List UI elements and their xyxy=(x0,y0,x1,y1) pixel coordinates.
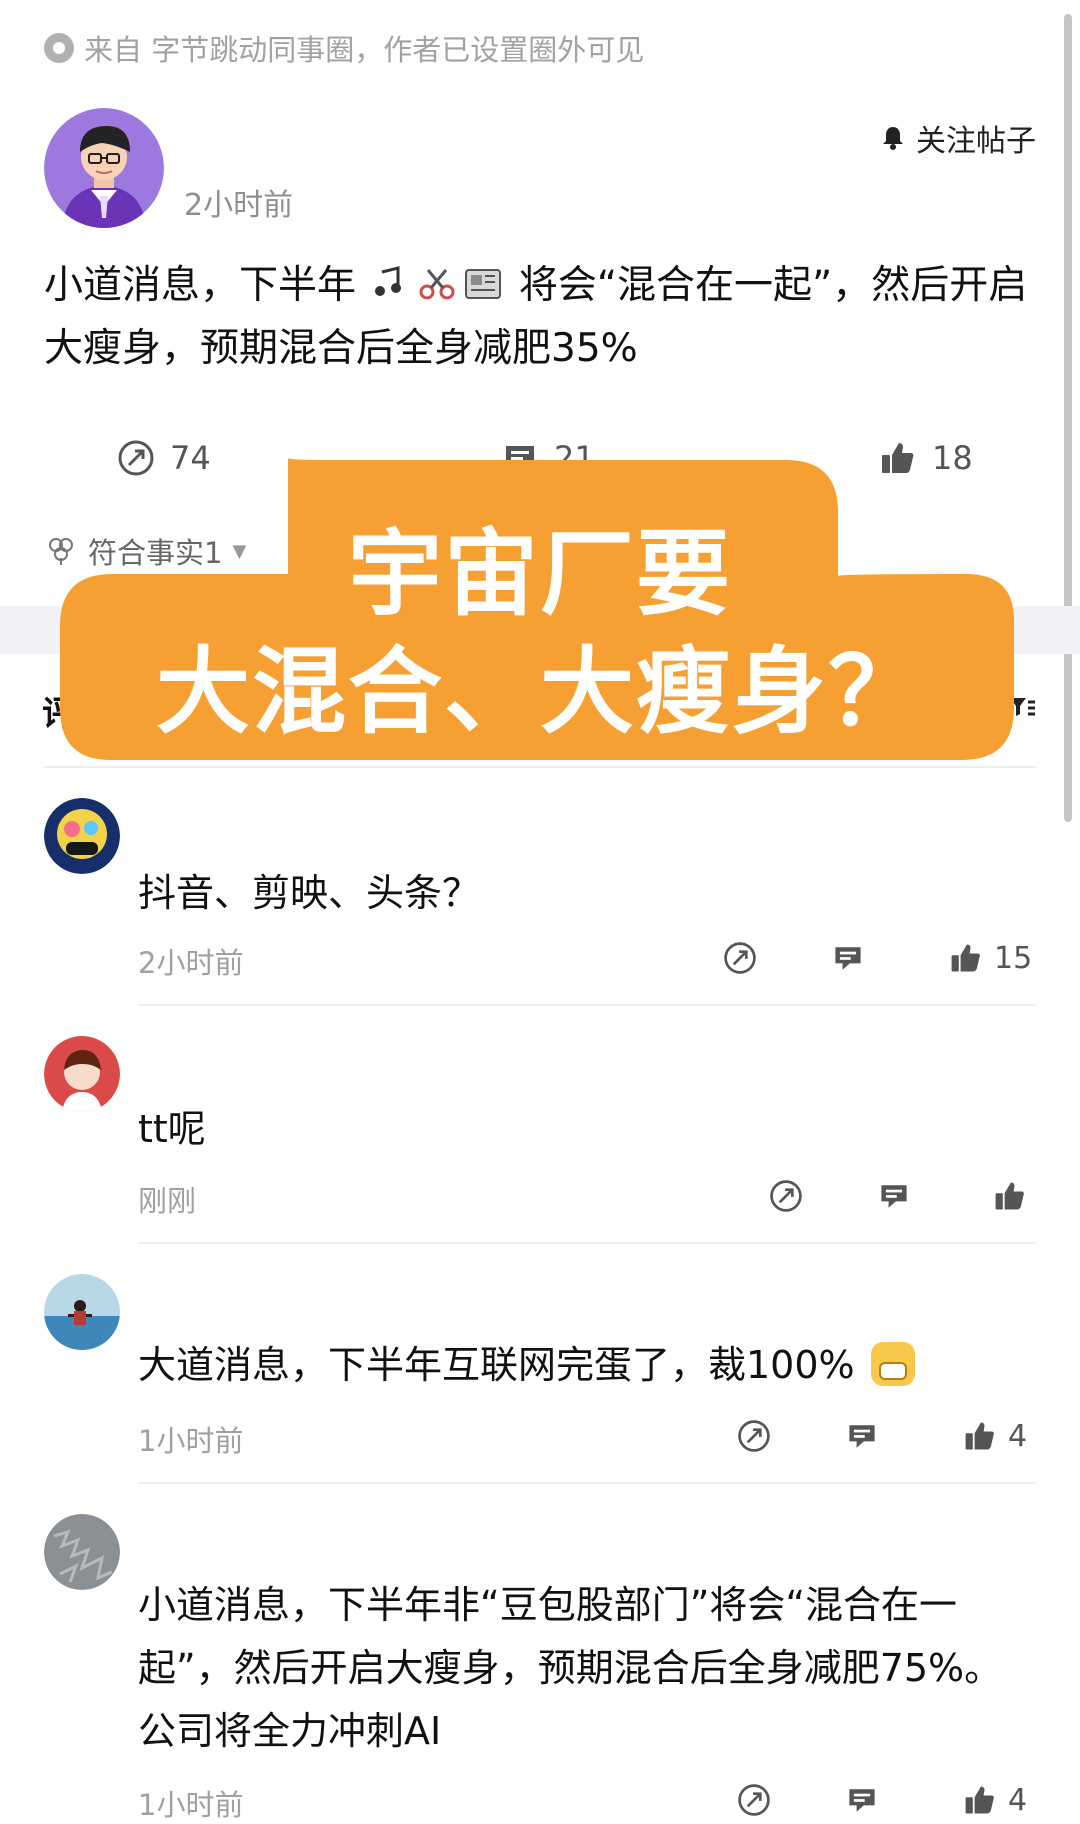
comment-text: 抖音、剪映、头条？ xyxy=(138,871,481,915)
comment-text: tt呢 xyxy=(138,1107,206,1151)
comment-icon xyxy=(835,947,861,970)
comment-avatar[interactable] xyxy=(44,1514,120,1590)
source-line: 来自 字节跳动同事圈，作者已设置圈外可见 xyxy=(44,28,644,68)
comment-avatar[interactable] xyxy=(44,1274,120,1350)
headline-line-2: 大混合、大瘦身？ xyxy=(155,638,924,747)
like-count: 18 xyxy=(932,439,973,477)
comment-time: 1小时前 xyxy=(138,1424,244,1458)
comment-reply-button[interactable] xyxy=(844,1418,880,1454)
comment-time: 1小时前 xyxy=(138,1788,244,1822)
thumb-up-icon xyxy=(965,1786,994,1814)
comment-like-button[interactable]: 4 xyxy=(962,1782,1027,1818)
comment-like-count: 15 xyxy=(994,940,1033,976)
share-icon xyxy=(770,1180,802,1212)
thumb-up-icon xyxy=(965,1422,994,1450)
avatar-illustration xyxy=(44,798,120,874)
comment-icon xyxy=(849,1425,875,1448)
circle-dot-icon xyxy=(44,33,74,63)
like-stat-button[interactable]: 18 xyxy=(878,438,973,478)
share-icon xyxy=(724,942,756,974)
comment-reply-button[interactable] xyxy=(844,1782,880,1818)
comment-avatar[interactable] xyxy=(44,1036,120,1112)
share-icon xyxy=(118,440,154,476)
comment-text: 小道消息，下半年非“豆包股部门”将会“混合在一起”，然后开启大瘦身，预期混合后全… xyxy=(138,1583,1003,1753)
avatar-illustration xyxy=(44,108,164,228)
comment-time: 刚刚 xyxy=(138,1184,197,1218)
thumb-up-icon xyxy=(951,944,980,972)
thumb-up-icon xyxy=(882,443,914,473)
source-text: 来自 字节跳动同事圈，作者已设置圈外可见 xyxy=(84,33,645,67)
headline-line-1: 宇宙厂要 xyxy=(347,520,732,629)
comment-reply-button[interactable] xyxy=(876,1178,912,1214)
share-icon xyxy=(738,1784,770,1816)
post-text-before: 小道消息，下半年 xyxy=(44,263,357,308)
grin-emoji-icon xyxy=(870,1342,915,1386)
comment-avatar[interactable] xyxy=(44,798,120,874)
avatar-illustration xyxy=(44,1036,120,1112)
newspaper-icon xyxy=(465,269,502,299)
comment-share-button[interactable] xyxy=(736,1418,772,1454)
music-note-icon xyxy=(375,266,402,296)
comment-reply-button[interactable] xyxy=(830,940,866,976)
comment-divider xyxy=(138,1482,1036,1484)
comment-like-count: 4 xyxy=(1008,1782,1028,1818)
follow-post-button[interactable]: 关注帖子 xyxy=(878,116,1036,160)
comment-divider xyxy=(138,1004,1036,1006)
scissors-icon xyxy=(419,269,455,300)
comment-icon xyxy=(506,446,534,471)
post-emoji-strip xyxy=(370,264,504,304)
share-icon xyxy=(738,1420,770,1452)
comment-count: 21 xyxy=(554,439,595,477)
avatar-illustration xyxy=(44,1514,120,1590)
thumb-up-icon xyxy=(995,1182,1024,1210)
comment-like-count: 4 xyxy=(1008,1418,1028,1454)
bell-icon xyxy=(883,127,903,150)
comment-icon xyxy=(849,1789,875,1812)
comment-time: 2小时前 xyxy=(138,946,244,980)
share-stat-button[interactable]: 74 xyxy=(116,438,211,478)
comment-like-button[interactable] xyxy=(992,1178,1038,1214)
comment-like-button[interactable]: 15 xyxy=(948,940,1032,976)
post-text: 小道消息，下半年 将会“混合在一起”，然后开启大瘦身，预期混合后全身减肥35% xyxy=(44,254,1034,380)
comment-icon xyxy=(881,1185,907,1208)
comment-divider xyxy=(138,1242,1036,1244)
follow-post-label: 关注帖子 xyxy=(916,124,1036,159)
comments-top-divider xyxy=(44,766,1036,768)
avatar-illustration xyxy=(44,1274,120,1350)
comment-share-button[interactable] xyxy=(768,1178,804,1214)
share-count: 74 xyxy=(170,439,211,477)
post-time: 2小时前 xyxy=(184,188,294,223)
comment-text: 大道消息，下半年互联网完蛋了，裁100% xyxy=(138,1334,1038,1397)
comment-stat-button[interactable]: 21 xyxy=(500,438,595,478)
comment-share-button[interactable] xyxy=(736,1782,772,1818)
comment-like-button[interactable]: 4 xyxy=(962,1418,1027,1454)
post-author-avatar[interactable] xyxy=(44,108,164,228)
comment-share-button[interactable] xyxy=(722,940,758,976)
